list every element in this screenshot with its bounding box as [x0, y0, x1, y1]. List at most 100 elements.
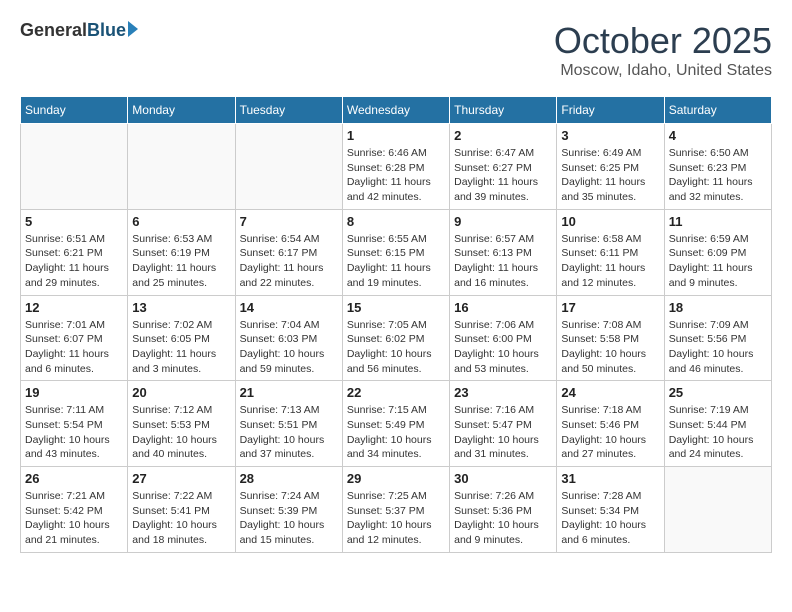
day-info: Sunrise: 7:15 AMSunset: 5:49 PMDaylight:… — [347, 403, 445, 462]
day-number: 17 — [561, 300, 659, 315]
calendar-empty-cell — [235, 124, 342, 210]
day-info: Sunrise: 6:59 AMSunset: 6:09 PMDaylight:… — [669, 232, 767, 291]
calendar-table: SundayMondayTuesdayWednesdayThursdayFrid… — [20, 96, 772, 553]
calendar-day-15: 15 Sunrise: 7:05 AMSunset: 6:02 PMDayligh… — [342, 295, 449, 381]
calendar-day-28: 28 Sunrise: 7:24 AMSunset: 5:39 PMDayligh… — [235, 467, 342, 553]
day-number: 1 — [347, 128, 445, 143]
calendar-day-31: 31 Sunrise: 7:28 AMSunset: 5:34 PMDayligh… — [557, 467, 664, 553]
calendar-day-27: 27 Sunrise: 7:22 AMSunset: 5:41 PMDayligh… — [128, 467, 235, 553]
day-number: 31 — [561, 471, 659, 486]
calendar-day-23: 23 Sunrise: 7:16 AMSunset: 5:47 PMDayligh… — [450, 381, 557, 467]
calendar-week-row: 26 Sunrise: 7:21 AMSunset: 5:42 PMDayligh… — [21, 467, 772, 553]
day-info: Sunrise: 6:51 AMSunset: 6:21 PMDaylight:… — [25, 232, 123, 291]
day-number: 2 — [454, 128, 552, 143]
logo: General Blue — [20, 20, 138, 41]
day-number: 3 — [561, 128, 659, 143]
calendar-day-13: 13Sunrise: 7:02 AMSunset: 6:05 PMDayligh… — [128, 295, 235, 381]
day-info: Sunrise: 7:28 AMSunset: 5:34 PMDaylight:… — [561, 489, 659, 548]
location-subtitle: Moscow, Idaho, United States — [554, 62, 772, 80]
month-title: October 2025 — [554, 20, 772, 62]
day-info: Sunrise: 7:08 AMSunset: 5:58 PMDaylight:… — [561, 318, 659, 377]
calendar-day-22: 22 Sunrise: 7:15 AMSunset: 5:49 PMDayligh… — [342, 381, 449, 467]
calendar-day-29: 29Sunrise: 7:25 AMSunset: 5:37 PMDayligh… — [342, 467, 449, 553]
day-number: 9 — [454, 214, 552, 229]
day-info: Sunrise: 7:05 AMSunset: 6:02 PMDaylight:… — [347, 318, 445, 377]
day-number: 26 — [25, 471, 123, 486]
day-info: Sunrise: 7:16 AMSunset: 5:47 PMDaylight:… — [454, 403, 552, 462]
calendar-day-11: 11Sunrise: 6:59 AMSunset: 6:09 PMDayligh… — [664, 209, 771, 295]
calendar-week-row: 12Sunrise: 7:01 AMSunset: 6:07 PMDayligh… — [21, 295, 772, 381]
day-info: Sunrise: 6:53 AMSunset: 6:19 PMDaylight:… — [132, 232, 230, 291]
day-number: 22 — [347, 385, 445, 400]
day-number: 19 — [25, 385, 123, 400]
day-number: 24 — [561, 385, 659, 400]
day-info: Sunrise: 7:12 AMSunset: 5:53 PMDaylight:… — [132, 403, 230, 462]
day-info: Sunrise: 7:19 AMSunset: 5:44 PMDaylight:… — [669, 403, 767, 462]
calendar-day-20: 20 Sunrise: 7:12 AMSunset: 5:53 PMDayligh… — [128, 381, 235, 467]
day-info: Sunrise: 6:57 AMSunset: 6:13 PMDaylight:… — [454, 232, 552, 291]
day-info: Sunrise: 7:06 AMSunset: 6:00 PMDaylight:… — [454, 318, 552, 377]
day-info: Sunrise: 7:22 AMSunset: 5:41 PMDaylight:… — [132, 489, 230, 548]
title-block: October 2025 Moscow, Idaho, United State… — [554, 20, 772, 80]
calendar-day-21: 21 Sunrise: 7:13 AMSunset: 5:51 PMDayligh… — [235, 381, 342, 467]
day-number: 4 — [669, 128, 767, 143]
day-info: Sunrise: 7:26 AMSunset: 5:36 PMDaylight:… — [454, 489, 552, 548]
logo-arrow-icon — [128, 21, 138, 37]
calendar-day-25: 25 Sunrise: 7:19 AMSunset: 5:44 PMDayligh… — [664, 381, 771, 467]
calendar-day-8: 8 Sunrise: 6:55 AMSunset: 6:15 PMDaylight… — [342, 209, 449, 295]
day-info: Sunrise: 7:18 AMSunset: 5:46 PMDaylight:… — [561, 403, 659, 462]
day-number: 7 — [240, 214, 338, 229]
calendar-day-3: 3Sunrise: 6:49 AMSunset: 6:25 PMDaylight… — [557, 124, 664, 210]
calendar-day-10: 10 Sunrise: 6:58 AMSunset: 6:11 PMDayligh… — [557, 209, 664, 295]
day-number: 18 — [669, 300, 767, 315]
calendar-empty-cell — [128, 124, 235, 210]
calendar-week-row: 1 Sunrise: 6:46 AMSunset: 6:28 PMDaylight… — [21, 124, 772, 210]
calendar-day-24: 24 Sunrise: 7:18 AMSunset: 5:46 PMDayligh… — [557, 381, 664, 467]
day-number: 14 — [240, 300, 338, 315]
day-info: Sunrise: 6:46 AMSunset: 6:28 PMDaylight:… — [347, 146, 445, 205]
day-info: Sunrise: 6:55 AMSunset: 6:15 PMDaylight:… — [347, 232, 445, 291]
weekday-header-saturday: Saturday — [664, 97, 771, 124]
calendar-day-18: 18 Sunrise: 7:09 AMSunset: 5:56 PMDayligh… — [664, 295, 771, 381]
day-number: 28 — [240, 471, 338, 486]
day-info: Sunrise: 7:24 AMSunset: 5:39 PMDaylight:… — [240, 489, 338, 548]
day-info: Sunrise: 7:21 AMSunset: 5:42 PMDaylight:… — [25, 489, 123, 548]
day-number: 12 — [25, 300, 123, 315]
calendar-day-9: 9 Sunrise: 6:57 AMSunset: 6:13 PMDaylight… — [450, 209, 557, 295]
calendar-day-2: 2Sunrise: 6:47 AMSunset: 6:27 PMDaylight… — [450, 124, 557, 210]
calendar-day-7: 7Sunrise: 6:54 AMSunset: 6:17 PMDaylight… — [235, 209, 342, 295]
day-number: 13 — [132, 300, 230, 315]
day-number: 10 — [561, 214, 659, 229]
day-info: Sunrise: 7:11 AMSunset: 5:54 PMDaylight:… — [25, 403, 123, 462]
calendar-header-row: SundayMondayTuesdayWednesdayThursdayFrid… — [21, 97, 772, 124]
day-number: 8 — [347, 214, 445, 229]
weekday-header-monday: Monday — [128, 97, 235, 124]
day-number: 27 — [132, 471, 230, 486]
day-number: 30 — [454, 471, 552, 486]
logo-general-text: General — [20, 20, 87, 41]
calendar-day-5: 5Sunrise: 6:51 AMSunset: 6:21 PMDaylight… — [21, 209, 128, 295]
calendar-day-17: 17 Sunrise: 7:08 AMSunset: 5:58 PMDayligh… — [557, 295, 664, 381]
weekday-header-wednesday: Wednesday — [342, 97, 449, 124]
weekday-header-sunday: Sunday — [21, 97, 128, 124]
day-number: 16 — [454, 300, 552, 315]
day-number: 23 — [454, 385, 552, 400]
day-number: 25 — [669, 385, 767, 400]
day-info: Sunrise: 6:58 AMSunset: 6:11 PMDaylight:… — [561, 232, 659, 291]
calendar-week-row: 19 Sunrise: 7:11 AMSunset: 5:54 PMDayligh… — [21, 381, 772, 467]
calendar-day-1: 1 Sunrise: 6:46 AMSunset: 6:28 PMDaylight… — [342, 124, 449, 210]
day-info: Sunrise: 7:09 AMSunset: 5:56 PMDaylight:… — [669, 318, 767, 377]
day-number: 15 — [347, 300, 445, 315]
calendar-empty-cell — [21, 124, 128, 210]
day-number: 21 — [240, 385, 338, 400]
logo-blue-text: Blue — [87, 20, 126, 41]
calendar-week-row: 5Sunrise: 6:51 AMSunset: 6:21 PMDaylight… — [21, 209, 772, 295]
calendar-day-12: 12Sunrise: 7:01 AMSunset: 6:07 PMDayligh… — [21, 295, 128, 381]
calendar-day-6: 6Sunrise: 6:53 AMSunset: 6:19 PMDaylight… — [128, 209, 235, 295]
day-info: Sunrise: 7:13 AMSunset: 5:51 PMDaylight:… — [240, 403, 338, 462]
day-info: Sunrise: 7:25 AMSunset: 5:37 PMDaylight:… — [347, 489, 445, 548]
calendar-day-16: 16 Sunrise: 7:06 AMSunset: 6:00 PMDayligh… — [450, 295, 557, 381]
day-number: 20 — [132, 385, 230, 400]
calendar-day-4: 4 Sunrise: 6:50 AMSunset: 6:23 PMDaylight… — [664, 124, 771, 210]
day-info: Sunrise: 6:50 AMSunset: 6:23 PMDaylight:… — [669, 146, 767, 205]
